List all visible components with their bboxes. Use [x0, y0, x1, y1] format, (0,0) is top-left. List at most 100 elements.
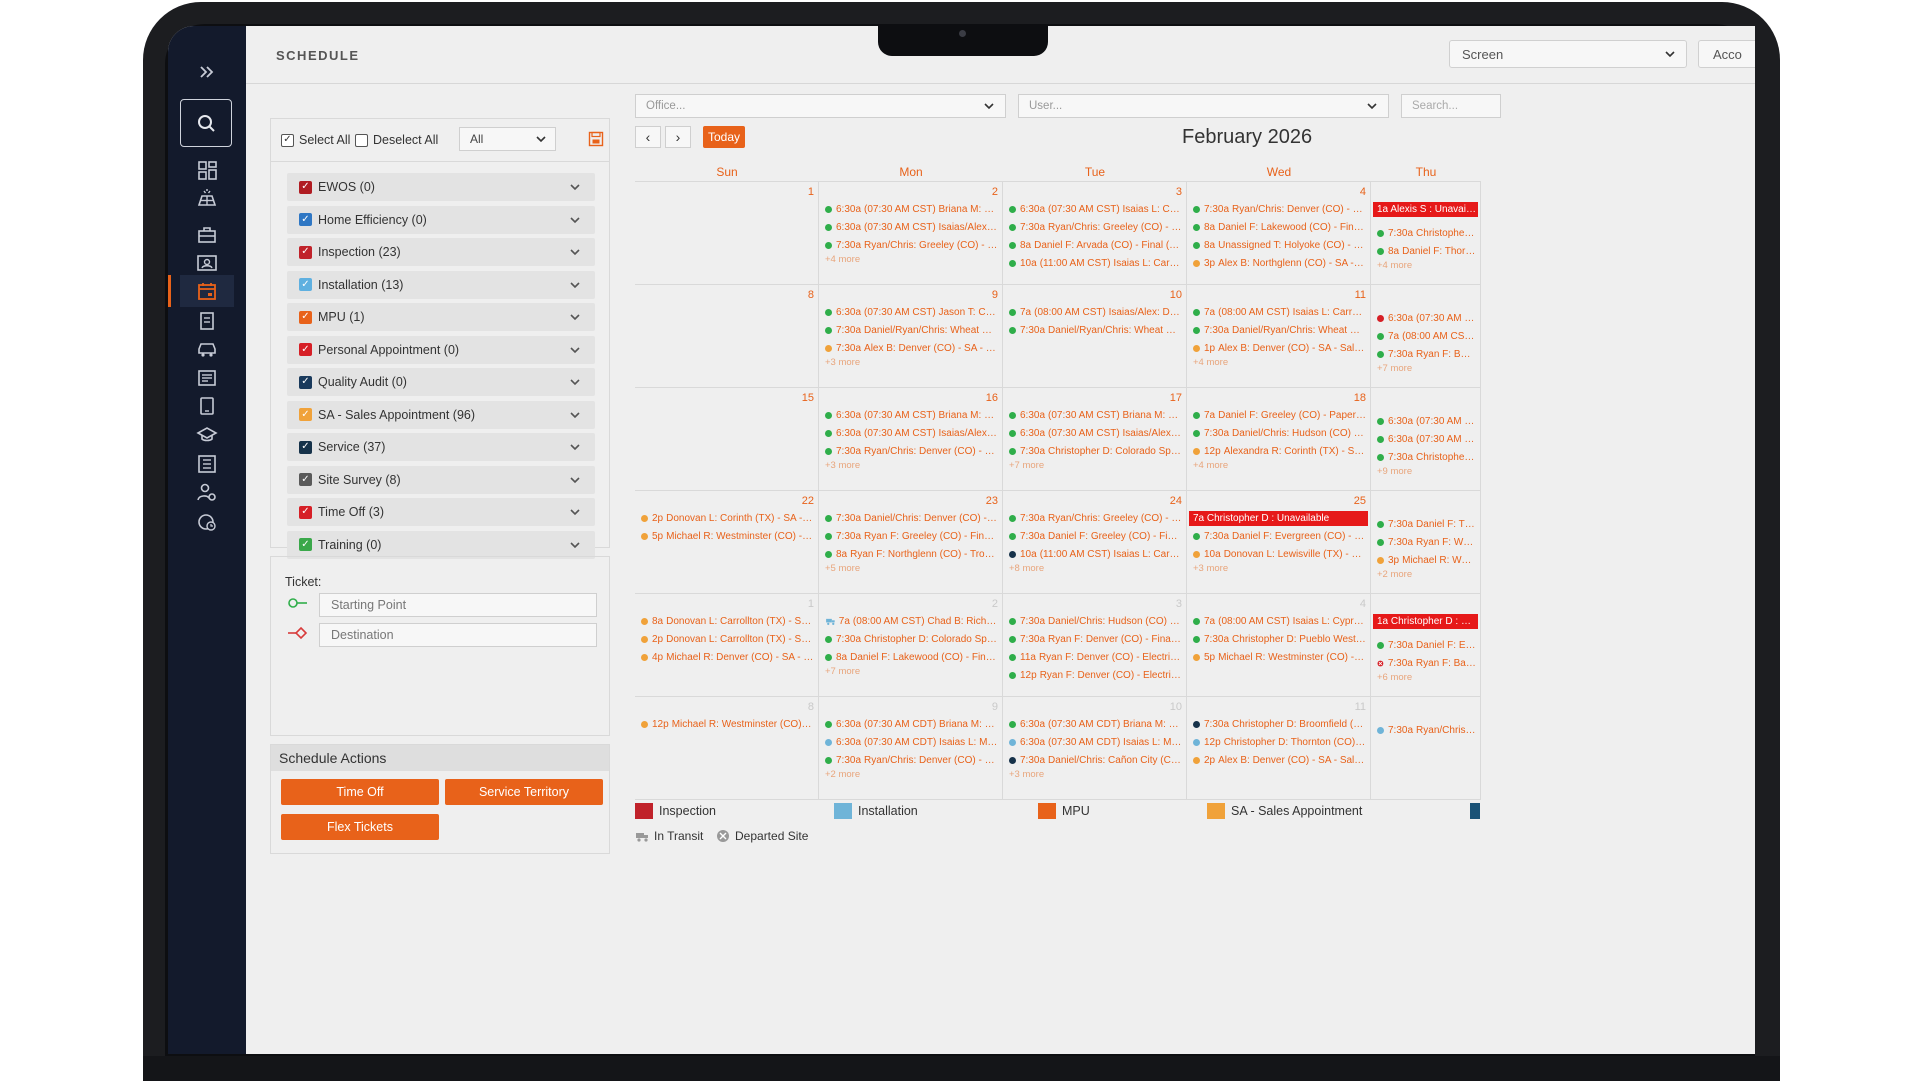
- calendar-event[interactable]: 2pAlex B: Denver (CO) - SA - Sales Ap...: [1193, 753, 1366, 767]
- chevron-down-icon[interactable]: [569, 311, 581, 323]
- sidebar-expand-button[interactable]: [180, 56, 234, 88]
- calendar-event[interactable]: 7a (08:00 AM CST) Chad B: Richards...: [825, 614, 998, 628]
- more-events-link[interactable]: +3 more: [825, 357, 860, 368]
- more-events-link[interactable]: +9 more: [1377, 466, 1412, 477]
- calendar-event[interactable]: 8aDaniel F: Lakewood (CO) - Final (H...: [825, 650, 998, 664]
- day-cell[interactable]: 96:30a(07:30 AM CDT) Briana M: Mans...6:…: [819, 697, 1003, 800]
- calendar-event[interactable]: 7:30aRyan F: Greeley (CO) - Final (HO...: [825, 529, 998, 543]
- more-events-link[interactable]: +4 more: [825, 254, 860, 265]
- chevron-down-icon[interactable]: [569, 474, 581, 486]
- calendar-event[interactable]: 7:30a Daniel/Chris: Denver (CO) - Ele...: [825, 511, 998, 525]
- sidebar-solar-panel-button[interactable]: [180, 182, 234, 214]
- calendar-event[interactable]: 7:30aDaniel F: Greeley (CO) - Final (H..…: [1009, 529, 1182, 543]
- day-cell[interactable]: 18 7aDaniel F: Greeley (CO) - Paper Drop.…: [1187, 388, 1371, 491]
- sidebar-car-button[interactable]: [180, 333, 234, 365]
- category-checkbox[interactable]: ✓: [299, 473, 312, 486]
- calendar-event[interactable]: 7:30a Ryan/Chris: Greeley (CO) - Full...: [1009, 511, 1182, 525]
- calendar-event[interactable]: 7:30aRyan/Chris: Lou...: [1377, 723, 1476, 737]
- day-cell[interactable]: 2 7a (08:00 AM CST) Chad B: Richards... 7:3…: [819, 594, 1003, 697]
- calendar-event[interactable]: 11aRyan F: Denver (CO) - Electrical - E.…: [1009, 650, 1182, 664]
- day-cell[interactable]: 23 7:30a Daniel/Chris: Denver (CO) - Ele..…: [819, 491, 1003, 594]
- calendar-event[interactable]: 1pAlex B: Denver (CO) - SA - Sales Ap...: [1193, 341, 1366, 355]
- day-cell[interactable]: 166:30a(07:30 AM CST) Briana M: Sach...6…: [819, 388, 1003, 491]
- category-row[interactable]: ✓ Service (37): [287, 433, 595, 461]
- category-checkbox[interactable]: ✓: [299, 245, 312, 259]
- category-row[interactable]: ✓ Home Efficiency (0): [287, 205, 595, 234]
- calendar-event[interactable]: 7:30a Daniel/Chris: Cañon City (CO) -...: [1009, 753, 1182, 767]
- calendar-event[interactable]: 6:30a(07:30 AM CDT) Briana M: Mans...: [1009, 717, 1182, 731]
- chevron-down-icon[interactable]: [569, 376, 581, 388]
- calendar-event[interactable]: 6:30a(07:30 AM CST) Briana M: Sach...: [1009, 408, 1182, 422]
- calendar-event[interactable]: 12pRyan F: Denver (CO) - Electrical -...: [1009, 668, 1182, 682]
- category-checkbox[interactable]: ✓: [299, 505, 312, 519]
- calendar-event[interactable]: 8aDonovan L: Carrollton (TX) - SA - S...: [641, 614, 814, 628]
- day-cell[interactable]: 22 2pDonovan L: Corinth (TX) - SA - Sale.…: [635, 491, 819, 594]
- chevron-down-icon[interactable]: [569, 246, 581, 258]
- calendar-event[interactable]: 6:30a(07:30 AM CST)...: [1377, 414, 1476, 428]
- day-cell[interactable]: 1 8aDonovan L: Carrollton (TX) - SA - S..…: [635, 594, 819, 697]
- account-button[interactable]: Acco: [1698, 40, 1755, 68]
- next-month-button[interactable]: ›: [665, 126, 691, 148]
- calendar-event[interactable]: 6:30a(07:30 AM CDT) Isaias L: Mansfi...: [1009, 735, 1182, 749]
- day-cell[interactable]: 4 7:30aRyan/Chris: Denver (CO) - Full -..…: [1187, 182, 1371, 285]
- calendar-event[interactable]: 3pMichael R: Westmi...: [1377, 553, 1476, 567]
- sidebar-tablet-button[interactable]: [180, 390, 234, 422]
- calendar-event[interactable]: 7:30aChristopher D: J...: [1377, 450, 1476, 464]
- calendar-event[interactable]: 6:30a(07:30 AM CST)...: [1377, 311, 1476, 325]
- calendar-event[interactable]: 7:30aDaniel F: Thornt...: [1377, 517, 1476, 531]
- calendar-event[interactable]: 7:30aAlex B: Denver (CO) - SA - Sales...: [825, 341, 998, 355]
- day-cell[interactable]: 11 7:30a Christopher D: Broomfield (CO)...…: [1187, 697, 1371, 800]
- calendar-event[interactable]: 8aDaniel F: Thornton...: [1377, 244, 1476, 258]
- day-cell[interactable]: 15: [635, 388, 819, 491]
- calendar-event[interactable]: 7:30a Ryan/Chris: Greeley (CO) - Full...: [1009, 220, 1182, 234]
- calendar-event[interactable]: 7:30aDaniel F: Evergreen (CO) - Final...: [1193, 529, 1366, 543]
- sidebar-shield-clock-button[interactable]: [180, 506, 234, 538]
- flex-tickets-button[interactable]: Flex Tickets: [281, 814, 439, 840]
- calendar-event[interactable]: 7:30a Daniel/Chris: Hudson (CO) - Sy...: [1193, 426, 1366, 440]
- select-all-checkbox[interactable]: ✓ Select All: [281, 133, 350, 147]
- day-cell[interactable]: 96:30a(07:30 AM CST) Jason T: Cedar...7:…: [819, 285, 1003, 388]
- calendar-event[interactable]: 5pMichael R: Westminster (CO) - SA -...: [1193, 650, 1366, 664]
- category-row[interactable]: ✓ Site Survey (8): [287, 465, 595, 494]
- category-row[interactable]: ✓ Installation (13): [287, 270, 595, 299]
- more-events-link[interactable]: +3 more: [825, 460, 860, 471]
- category-row[interactable]: ✓ Inspection (23): [287, 238, 595, 266]
- calendar-event[interactable]: 7:30a Daniel/Ryan/Chris: Wheat Ridg...: [1193, 323, 1366, 337]
- calendar-event[interactable]: 6:30a(07:30 AM CDT) Isaias L: Mansfi...: [825, 735, 998, 749]
- day-cell[interactable]: 24 7:30a Ryan/Chris: Greeley (CO) - Full..…: [1003, 491, 1187, 594]
- more-events-link[interactable]: +3 more: [1193, 563, 1228, 574]
- day-cell[interactable]: 4 7a(08:00 AM CST) Isaias L: Cypress (...…: [1187, 594, 1371, 697]
- day-cell[interactable]: 1: [635, 182, 819, 285]
- calendar-event[interactable]: 10a(11:00 AM CST) Isaias L: Carrollto...: [1009, 547, 1182, 561]
- day-cell[interactable]: 8: [635, 285, 819, 388]
- chevron-down-icon[interactable]: [569, 539, 581, 551]
- day-cell[interactable]: 6:30a(07:30 AM CST)... 7a(08:00 AM CST) I…: [1371, 285, 1481, 388]
- calendar-event[interactable]: 10a(11:00 AM CST) Isaias L: Carrollto...: [1009, 256, 1182, 270]
- category-checkbox[interactable]: ✓: [299, 180, 312, 194]
- calendar-event[interactable]: 7:30aDaniel F: Evans (...: [1377, 638, 1476, 652]
- chevron-down-icon[interactable]: [569, 441, 581, 453]
- category-row[interactable]: ✓ Training (0): [287, 530, 595, 559]
- day-cell[interactable]: 11 7a (08:00 AM CST) Isaias L: Carrollto..…: [1187, 285, 1371, 388]
- calendar-event[interactable]: 6:30a(07:30 AM CST) Briana M: Sach...: [825, 408, 998, 422]
- calendar-event[interactable]: 7:30a Christopher D: Colorado Spring...: [1009, 444, 1182, 458]
- calendar-event[interactable]: 7:30a Daniel/Ryan/Chris: Wheat Ridg...: [1009, 323, 1182, 337]
- category-checkbox[interactable]: ✓: [299, 440, 312, 454]
- calendar-event[interactable]: 7:30aRyan F: Bailey (...: [1377, 656, 1476, 670]
- calendar-event[interactable]: 8aUnassigned T: Holyoke (CO) - Final...: [1193, 238, 1366, 252]
- category-checkbox[interactable]: ✓: [299, 310, 312, 324]
- calendar-event[interactable]: 7:30aRyan/Chris: Denver (CO) - Full -...: [825, 753, 998, 767]
- prev-month-button[interactable]: ‹: [635, 126, 661, 148]
- category-row[interactable]: ✓ Quality Audit (0): [287, 368, 595, 396]
- more-events-link[interactable]: +7 more: [1377, 363, 1412, 374]
- calendar-event[interactable]: 7a(08:00 AM CST) Isaias L: Cypress (...: [1193, 614, 1366, 628]
- category-row[interactable]: ✓ Time Off (3): [287, 498, 595, 526]
- sidebar-user-settings-button[interactable]: [180, 476, 234, 508]
- calendar-event[interactable]: 7:30aRyan F: Wheat R...: [1377, 535, 1476, 549]
- calendar-event[interactable]: 2pDonovan L: Carrollton (TX) - SA - S...: [641, 632, 814, 646]
- calendar-event[interactable]: 5pMichael R: Westminster (CO) - SA -...: [641, 529, 814, 543]
- calendar-event[interactable]: 10aDonovan L: Lewisville (TX) - SA - S..…: [1193, 547, 1366, 561]
- day-cell[interactable]: 7:30aRyan/Chris: Lou...: [1371, 697, 1481, 800]
- category-filter-select[interactable]: All: [459, 127, 556, 151]
- calendar-event[interactable]: 7:30aRyan/Chris: Denver (CO) - Full -...: [825, 444, 998, 458]
